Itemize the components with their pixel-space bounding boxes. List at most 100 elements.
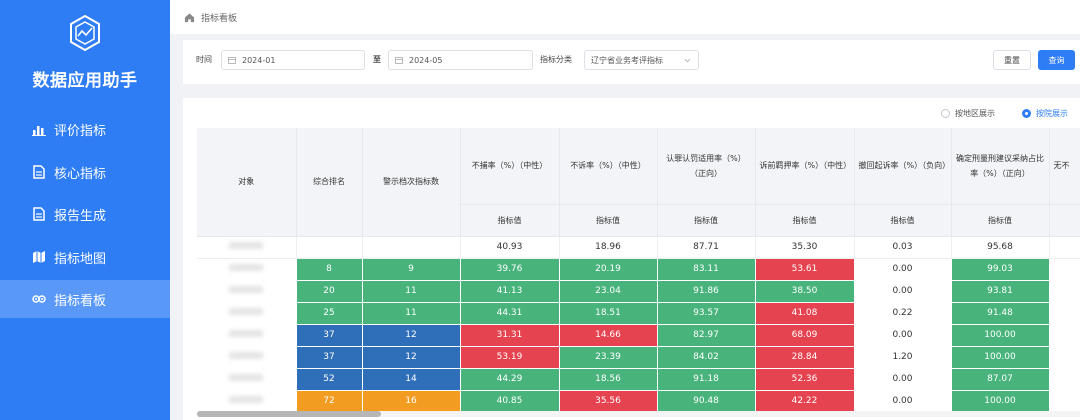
value-cell: 93.57 <box>657 302 756 325</box>
rank-cell: 20 <box>296 280 363 303</box>
calendar-icon <box>228 57 236 64</box>
table-row[interactable]: 40.93 18.96 87.71 35.30 0.03 95.68 <box>197 236 1080 259</box>
rank-cell <box>296 236 363 259</box>
sidebar-item-label: 指标看板 <box>54 293 107 309</box>
value-cell: 84.02 <box>657 346 756 369</box>
value-cell: 93.81 <box>951 280 1050 303</box>
eye-icon <box>32 295 46 303</box>
scrollbar-thumb[interactable] <box>197 411 381 417</box>
view-by-court-radio[interactable]: 按院展示 <box>1022 108 1068 119</box>
header-metric: 认罪认罚适用率（%）（正向） <box>657 128 756 205</box>
value-cell: 83.11 <box>657 258 756 281</box>
header-alerts[interactable]: 警示档次指标数 <box>362 128 461 237</box>
value-cell <box>1049 280 1080 303</box>
breadcrumb-current[interactable]: 指标看板 <box>201 11 237 24</box>
time-label: 时间 <box>196 55 212 64</box>
value-cell: 100.00 <box>951 346 1050 369</box>
breadcrumb: 指标看板 <box>170 0 1080 34</box>
object-cell <box>197 390 297 413</box>
redacted-object-name <box>229 396 264 403</box>
alerts-cell: 11 <box>362 280 461 303</box>
category-value: 辽宁省业务考评指标 <box>591 55 663 65</box>
view-by-region-radio[interactable]: 按地区展示 <box>941 108 995 119</box>
value-cell: 100.00 <box>951 324 1050 347</box>
alerts-cell: 12 <box>362 346 461 369</box>
home-icon[interactable] <box>184 12 195 23</box>
table-row[interactable]: 20 11 41.13 23.04 91.86 38.50 0.00 93.81 <box>197 280 1080 303</box>
sub-header-empty <box>1049 204 1080 237</box>
category-select[interactable]: 辽宁省业务考评指标 <box>584 50 699 70</box>
redacted-object-name <box>229 286 264 293</box>
value-cell: 18.96 <box>559 236 658 259</box>
table-row[interactable]: 25 11 44.31 18.51 93.57 41.08 0.22 91.48 <box>197 302 1080 325</box>
sidebar-item-label: 评价指标 <box>54 123 107 139</box>
search-button[interactable]: 查询 <box>1038 50 1075 70</box>
value-cell <box>1049 236 1080 259</box>
table-row[interactable]: 52 14 44.29 18.56 91.18 52.36 0.00 87.07 <box>197 368 1080 391</box>
redacted-object-name <box>229 308 264 315</box>
radio-icon <box>941 109 950 118</box>
reset-button[interactable]: 重置 <box>993 50 1031 70</box>
value-cell <box>1049 346 1080 369</box>
sidebar-item-evaluation[interactable]: 评价指标 <box>0 110 170 148</box>
value-cell: 100.00 <box>951 390 1050 413</box>
horizontal-scrollbar[interactable] <box>197 411 1080 417</box>
value-cell: 1.20 <box>854 346 952 369</box>
object-cell <box>197 280 297 303</box>
redacted-object-name <box>229 264 264 271</box>
value-cell: 52.36 <box>755 368 855 391</box>
end-date-value: 2024-05 <box>409 55 443 65</box>
logo-icon <box>70 14 100 52</box>
value-cell: 35.56 <box>559 390 658 413</box>
object-cell <box>197 302 297 325</box>
header-metric: 诉前羁押率（%）（中性） <box>755 128 855 205</box>
alerts-cell: 9 <box>362 258 461 281</box>
table-row[interactable]: 37 12 53.19 23.39 84.02 28.84 1.20 100.0… <box>197 346 1080 369</box>
value-cell: 44.29 <box>460 368 560 391</box>
header-metric: 撤回起诉率（%）（负向） <box>854 128 952 205</box>
value-cell: 87.71 <box>657 236 756 259</box>
value-cell: 40.85 <box>460 390 560 413</box>
table-row[interactable]: 37 12 31.31 14.66 82.97 68.09 0.00 100.0… <box>197 324 1080 347</box>
value-cell: 38.50 <box>755 280 855 303</box>
sidebar-item-dashboard[interactable]: 指标看板 <box>0 280 170 318</box>
alerts-cell: 14 <box>362 368 461 391</box>
value-cell: 41.08 <box>755 302 855 325</box>
sidebar-item-core[interactable]: 核心指标 <box>0 153 170 191</box>
object-cell <box>197 258 297 281</box>
header-rank[interactable]: 综合排名 <box>296 128 363 237</box>
app-title: 数据应用助手 <box>32 71 138 91</box>
calendar-icon <box>395 57 403 64</box>
radio-label: 按地区展示 <box>955 109 995 118</box>
header-metric: 不捕率（%）（中性） <box>460 128 560 205</box>
value-cell <box>1049 302 1080 325</box>
sidebar-item-map[interactable]: 指标地图 <box>0 238 170 276</box>
header-object: 对象 <box>197 128 297 237</box>
filter-bar: 时间 2024-01 至 2024-05 指标分类 辽宁省业务考评指标 重置 查… <box>183 40 1080 84</box>
table-row[interactable]: 72 16 40.85 35.56 90.48 42.22 0.00 100.0… <box>197 390 1080 413</box>
value-cell: 42.22 <box>755 390 855 413</box>
sidebar-item-report[interactable]: 报告生成 <box>0 195 170 233</box>
start-date-input[interactable]: 2024-01 <box>221 50 365 70</box>
chevron-down-icon <box>684 58 691 63</box>
redacted-object-name <box>229 374 264 381</box>
header-metric: 不诉率（%）（中性） <box>559 128 658 205</box>
sub-header: 指标值 <box>854 204 952 237</box>
value-cell: 35.30 <box>755 236 855 259</box>
sub-header: 指标值 <box>460 204 560 237</box>
table-row[interactable]: 8 9 39.76 20.19 83.11 53.61 0.00 99.03 <box>197 258 1080 281</box>
rank-cell: 37 <box>296 346 363 369</box>
value-cell: 0.00 <box>854 390 952 413</box>
alerts-cell: 12 <box>362 324 461 347</box>
value-cell: 23.39 <box>559 346 658 369</box>
end-date-input[interactable]: 2024-05 <box>388 50 533 70</box>
value-cell: 99.03 <box>951 258 1050 281</box>
value-cell <box>1049 324 1080 347</box>
alerts-cell <box>362 236 461 259</box>
value-cell: 91.18 <box>657 368 756 391</box>
value-cell: 90.48 <box>657 390 756 413</box>
alerts-cell: 16 <box>362 390 461 413</box>
object-cell <box>197 236 297 259</box>
value-cell: 91.86 <box>657 280 756 303</box>
value-cell <box>1049 258 1080 281</box>
